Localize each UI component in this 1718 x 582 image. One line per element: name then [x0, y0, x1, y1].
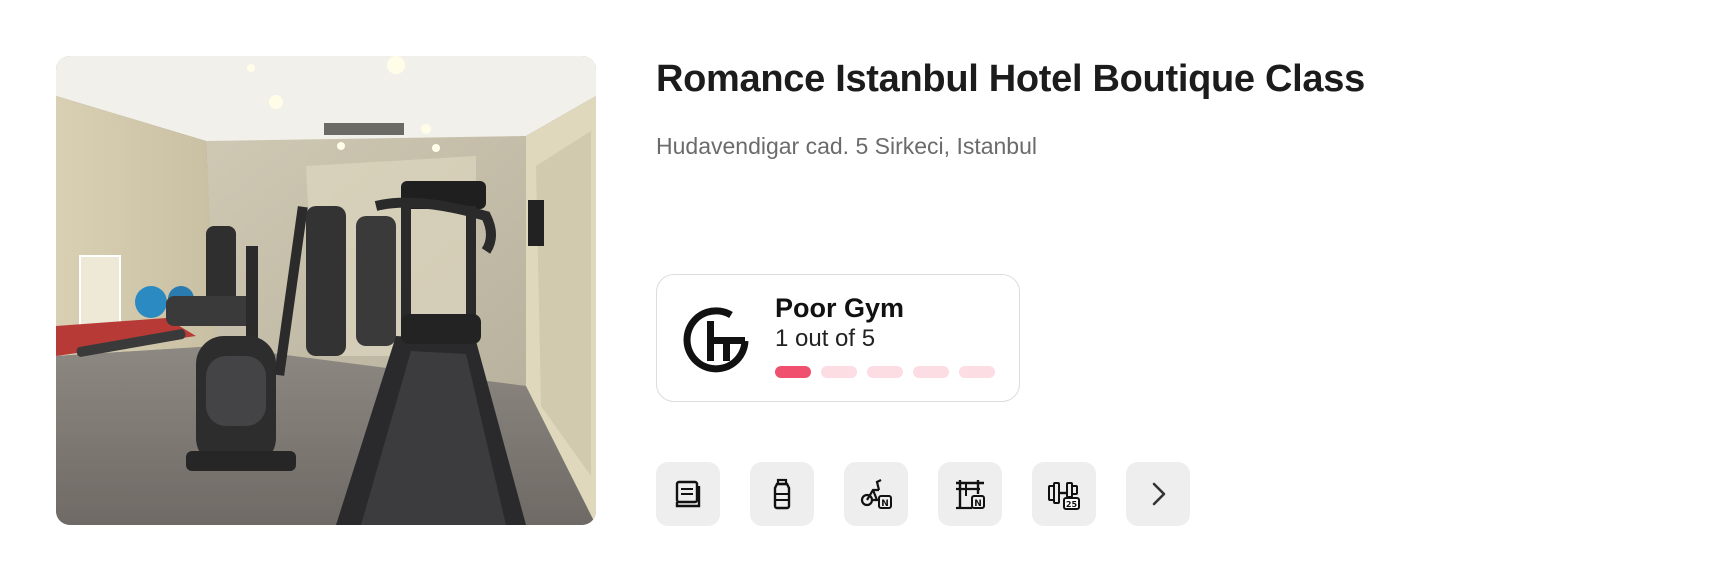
gym-rating-logo-icon — [683, 307, 749, 373]
amenity-power-rack[interactable]: N — [938, 462, 1002, 526]
towel-icon — [675, 480, 701, 508]
gym-rating-score: 1 out of 5 — [775, 325, 876, 352]
gym-rating-label: Poor Gym — [775, 293, 905, 323]
svg-text:N: N — [881, 499, 889, 509]
svg-text:N: N — [974, 499, 982, 509]
amenity-water-bottle[interactable] — [750, 462, 814, 526]
water-bottle-icon — [773, 478, 791, 510]
rating-bar — [913, 366, 949, 378]
amenities-next-button[interactable] — [1126, 462, 1190, 526]
exercise-bike-icon: N — [860, 479, 892, 509]
hotel-name: Romance Istanbul Hotel Boutique Class — [656, 58, 1365, 100]
rating-bar — [959, 366, 995, 378]
gym-rating-card[interactable]: Poor Gym 1 out of 5 — [656, 274, 1020, 402]
hotel-address: Hudavendigar cad. 5 Sirkeci, Istanbul — [656, 133, 1037, 159]
chevron-right-icon — [1152, 482, 1166, 506]
svg-text:25: 25 — [1066, 500, 1078, 509]
dumbbells-icon: 25 — [1048, 482, 1080, 510]
rating-bar — [867, 366, 903, 378]
hotel-gym-photo[interactable] — [56, 56, 596, 525]
amenity-towel[interactable] — [656, 462, 720, 526]
amenity-dumbbells[interactable]: 25 — [1032, 462, 1096, 526]
gym-photo — [56, 56, 596, 525]
rating-bar — [775, 366, 811, 378]
amenity-exercise-bike[interactable]: N — [844, 462, 908, 526]
gym-rating-bars — [775, 366, 995, 378]
power-rack-icon: N — [956, 480, 985, 510]
amenities-row: N N 25 — [656, 462, 1190, 526]
rating-bar — [821, 366, 857, 378]
